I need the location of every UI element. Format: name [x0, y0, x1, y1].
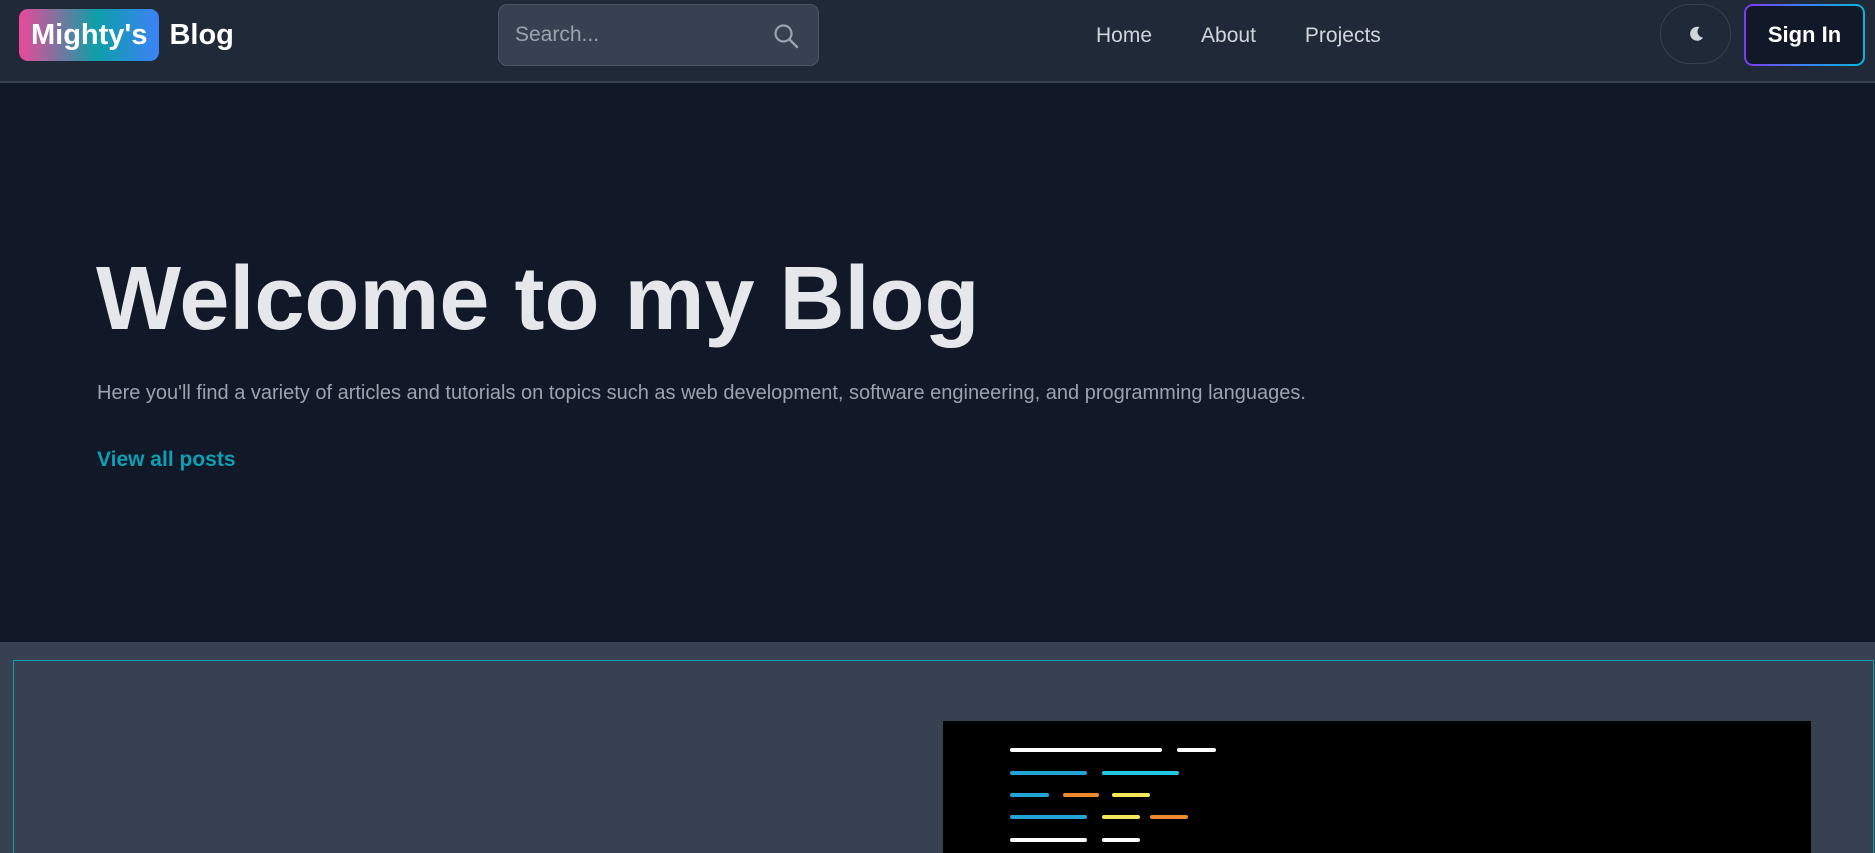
search-icon[interactable] — [773, 23, 799, 49]
top-navbar: Mighty's Blog Home About Projects Sign I… — [0, 0, 1875, 83]
brand-highlight: Mighty's — [19, 9, 160, 61]
hero-section: Welcome to my Blog Here you'll find a va… — [0, 85, 1875, 642]
theme-toggle-button[interactable] — [1660, 4, 1731, 64]
nav-link-about[interactable]: About — [1201, 20, 1256, 52]
main-nav: Home About Projects — [1096, 20, 1430, 52]
sign-in-button[interactable]: Sign In — [1744, 4, 1865, 66]
code-illustration-icon — [1010, 748, 1216, 842]
featured-post-image[interactable] — [943, 721, 1811, 853]
brand-name: Blog — [169, 18, 234, 51]
sign-in-label: Sign In — [1746, 6, 1863, 64]
view-all-posts-link[interactable]: View all posts — [97, 448, 236, 472]
nav-link-home[interactable]: Home — [1096, 20, 1152, 52]
brand-logo[interactable]: Mighty's Blog — [19, 9, 234, 61]
search-input[interactable] — [499, 5, 759, 65]
hero-subtitle: Here you'll find a variety of articles a… — [97, 382, 1306, 404]
moon-icon — [1689, 26, 1703, 41]
search-box — [498, 4, 819, 66]
nav-link-projects[interactable]: Projects — [1305, 20, 1381, 52]
hero-title: Welcome to my Blog — [96, 249, 980, 349]
